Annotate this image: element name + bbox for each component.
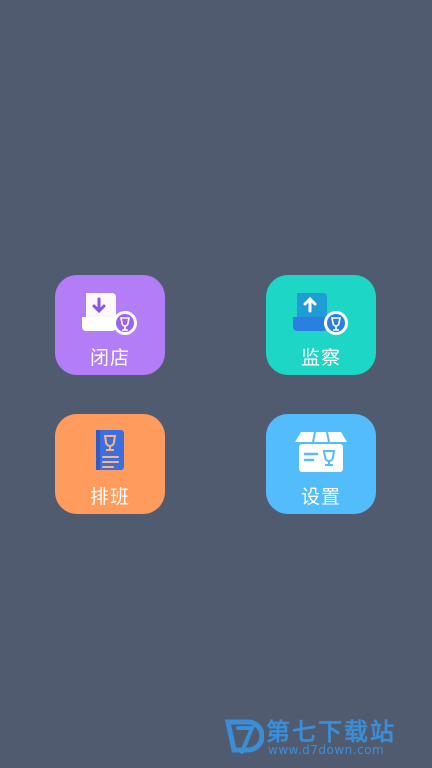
schedule-tile[interactable]: 排班 xyxy=(55,414,165,514)
watermark-url: www.d7down.com xyxy=(268,743,385,757)
monitor-tile[interactable]: 监察 xyxy=(266,275,376,375)
settings-tile[interactable]: 设置 xyxy=(266,414,376,514)
settings-label: 设置 xyxy=(300,486,341,508)
app-screen: 闭店 监察 排班 设置 第七下载站 www.d7down.com xyxy=(0,0,432,768)
monitor-label: 监察 xyxy=(300,347,341,369)
store-close-icon xyxy=(82,293,137,335)
settings-box-icon xyxy=(295,431,347,472)
watermark-title: 第七下载站 xyxy=(266,718,396,746)
monitor-icon xyxy=(293,293,348,335)
close-store-tile[interactable]: 闭店 xyxy=(55,275,165,375)
schedule-icon xyxy=(96,430,124,470)
schedule-label: 排班 xyxy=(89,486,130,508)
close-store-label: 闭店 xyxy=(89,347,130,369)
d7-logo-icon xyxy=(224,719,264,754)
watermark: 第七下载站 www.d7down.com xyxy=(224,710,424,764)
